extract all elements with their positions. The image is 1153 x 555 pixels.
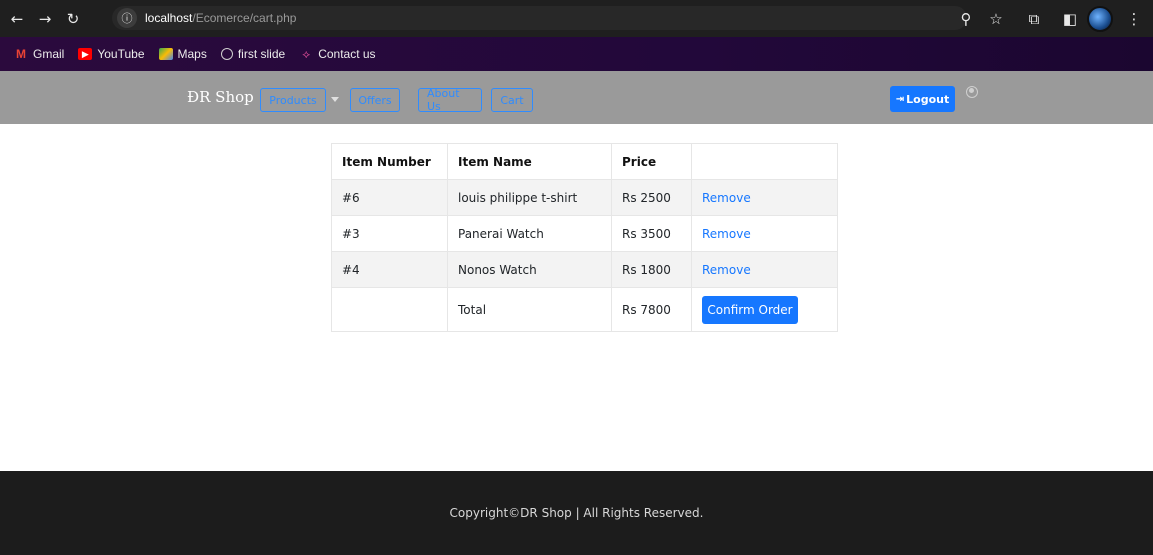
item-price: Rs 1800	[611, 251, 692, 288]
bookmark-first-slide[interactable]: first slide	[220, 47, 285, 61]
item-name: Nonos Watch	[447, 251, 612, 288]
table-header-row: Item Number Item Name Price	[331, 143, 838, 180]
menu-kebab-icon[interactable]: ⋮	[1121, 6, 1147, 32]
zoom-icon[interactable]: ⚲	[953, 6, 979, 32]
nav-cart[interactable]: Cart	[491, 88, 533, 112]
item-price: Rs 3500	[611, 215, 692, 252]
footer-copyright: Copyright©DR Shop | All Rights Reserved.	[449, 506, 704, 520]
logout-button[interactable]: ⇥ Logout	[890, 86, 955, 112]
products-dropdown-caret-icon[interactable]	[331, 97, 339, 102]
total-row: Total Rs 7800 Confirm Order	[331, 287, 838, 332]
table-row: #6 louis philippe t-shirt Rs 2500 Remove	[331, 179, 838, 216]
nav-offers[interactable]: Offers	[350, 88, 400, 112]
bookmark-contact-us[interactable]: ⟡ Contact us	[299, 46, 375, 62]
browser-toolbar: ← → ↻ ⓘ localhost/Ecomerce/cart.php ⚲ ☆ …	[0, 0, 1153, 37]
globe-icon	[220, 48, 233, 60]
nav-products[interactable]: Products	[260, 88, 326, 112]
contact-icon: ⟡	[302, 46, 311, 61]
site-info-icon[interactable]: ⓘ	[117, 8, 137, 28]
profile-avatar[interactable]	[1087, 5, 1113, 32]
maps-icon	[158, 48, 173, 60]
forward-icon[interactable]: →	[34, 8, 56, 30]
side-panel-icon[interactable]: ◧	[1057, 6, 1083, 32]
remove-link[interactable]: Remove	[702, 227, 751, 241]
header-action	[691, 143, 838, 180]
header-price: Price	[611, 143, 692, 180]
bookmark-gmail[interactable]: M Gmail	[14, 47, 64, 61]
youtube-icon: ▶	[78, 48, 93, 60]
bookmark-maps[interactable]: Maps	[158, 47, 207, 61]
header-item-name: Item Name	[447, 143, 612, 180]
user-icon[interactable]	[966, 86, 978, 98]
brand-logo[interactable]: ÐR Shop	[187, 88, 254, 106]
back-icon[interactable]: ←	[6, 8, 28, 30]
item-price: Rs 2500	[611, 179, 692, 216]
gmail-icon: M	[16, 47, 26, 61]
confirm-order-button[interactable]: Confirm Order	[702, 295, 798, 324]
nav-about-us[interactable]: About Us	[418, 87, 482, 113]
address-bar[interactable]: ⓘ localhost/Ecomerce/cart.php	[112, 6, 967, 30]
item-number: #3	[331, 215, 448, 252]
bookmarks-bar: M Gmail ▶ YouTube Maps first slide ⟡ Con…	[0, 37, 1153, 71]
item-name: Panerai Watch	[447, 215, 612, 252]
total-label: Total	[447, 287, 612, 332]
table-row: #3 Panerai Watch Rs 3500 Remove	[331, 215, 838, 252]
logout-icon: ⇥	[895, 93, 905, 105]
table-row: #4 Nonos Watch Rs 1800 Remove	[331, 251, 838, 288]
item-name: louis philippe t-shirt	[447, 179, 612, 216]
bookmark-star-icon[interactable]: ☆	[983, 6, 1009, 32]
bookmark-youtube[interactable]: ▶ YouTube	[78, 47, 145, 61]
extensions-icon[interactable]: ⧉	[1021, 6, 1047, 32]
reload-icon[interactable]: ↻	[62, 8, 84, 30]
site-navbar: ÐR Shop Products Offers About Us Cart	[0, 71, 1153, 124]
cart-table: Item Number Item Name Price #6 louis phi…	[331, 143, 838, 332]
remove-link[interactable]: Remove	[702, 263, 751, 277]
url-text: localhost/Ecomerce/cart.php	[145, 11, 297, 25]
header-item-number: Item Number	[331, 143, 448, 180]
total-value: Rs 7800	[611, 287, 692, 332]
site-footer: Copyright©DR Shop | All Rights Reserved.	[0, 471, 1153, 555]
item-number: #6	[331, 179, 448, 216]
remove-link[interactable]: Remove	[702, 191, 751, 205]
item-number: #4	[331, 251, 448, 288]
